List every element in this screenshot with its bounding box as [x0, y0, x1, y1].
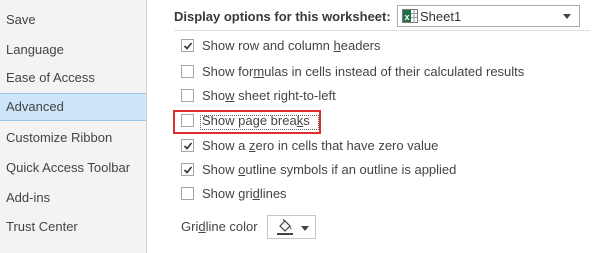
sidebar-item-save[interactable]: Save [0, 6, 146, 34]
sidebar-item-language[interactable]: Language [0, 36, 146, 64]
show-sheet-right-to-left-checkbox[interactable] [181, 89, 194, 102]
show-zero-values-checkbox[interactable] [181, 139, 194, 152]
options-sidebar: Save Language Ease of Access Advanced Cu… [0, 0, 147, 253]
show-outline-symbols-label: Show outline symbols if an outline is ap… [202, 162, 457, 177]
show-formulas-checkbox[interactable] [181, 65, 194, 78]
paint-bucket-icon [277, 219, 293, 235]
checkmark-icon [183, 42, 193, 50]
sidebar-item-trust-center[interactable]: Trust Center [0, 213, 146, 241]
sheet-select-value: Sheet1 [420, 9, 462, 24]
gridline-color-button[interactable] [267, 215, 316, 239]
show-outline-symbols-checkbox[interactable] [181, 163, 194, 176]
show-gridlines-label: Show gridlines [202, 186, 287, 201]
sidebar-item-add-ins[interactable]: Add-ins [0, 184, 146, 212]
sidebar-item-quick-access-toolbar[interactable]: Quick Access Toolbar [0, 154, 146, 182]
show-formulas-label: Show formulas in cells instead of their … [202, 64, 525, 79]
show-sheet-right-to-left-label: Show sheet right-to-left [202, 88, 336, 103]
focus-indicator [200, 115, 319, 130]
sidebar-item-customize-ribbon[interactable]: Customize Ribbon [0, 124, 146, 152]
show-row-column-headers-checkbox[interactable] [181, 39, 194, 52]
sidebar-item-ease-of-access[interactable]: Ease of Access [0, 64, 146, 92]
chevron-down-icon [301, 226, 309, 231]
sidebar-clipped-item [6, 0, 46, 2]
show-zero-values-label: Show a zero in cells that have zero valu… [202, 138, 439, 153]
gridline-color-label: Gridline color [181, 219, 258, 234]
sheet-select[interactable]: x Sheet1 [397, 5, 580, 27]
section-divider [174, 30, 590, 31]
show-row-column-headers-label: Show row and column headers [202, 38, 381, 53]
advanced-options-panel: Display options for this worksheet: x Sh… [148, 0, 600, 253]
checkmark-icon [183, 142, 193, 150]
excel-sheet-icon: x [402, 9, 418, 23]
show-gridlines-checkbox[interactable] [181, 187, 194, 200]
chevron-down-icon [563, 14, 571, 19]
svg-text:x: x [404, 12, 409, 22]
section-header: Display options for this worksheet: [174, 9, 391, 24]
sidebar-item-advanced[interactable]: Advanced [0, 93, 146, 121]
checkmark-icon [183, 166, 193, 174]
